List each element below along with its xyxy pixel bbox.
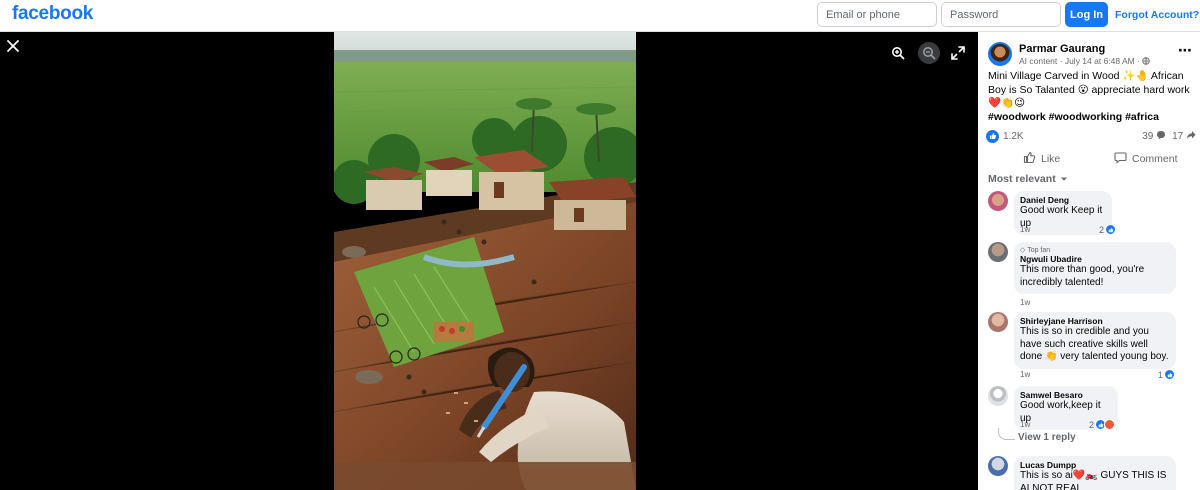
thumbs-up-icon bbox=[1023, 151, 1036, 167]
comment-text: Good work Keep it up bbox=[1020, 205, 1103, 229]
view-replies-link[interactable]: View 1 reply bbox=[998, 427, 1076, 443]
commenter-name[interactable]: Shirleyjane Harrison bbox=[1020, 316, 1169, 326]
commenter-avatar[interactable] bbox=[988, 312, 1008, 332]
comment-item: Samwel Besaro Good work,keep it up 1w 2 bbox=[988, 386, 1188, 430]
comment-item: Shirleyjane Harrison This is so in credi… bbox=[988, 312, 1188, 384]
comment-bubble: ◇ Top fan Ngwuli Ubadire This more than … bbox=[1014, 242, 1176, 294]
comment-item: ◇ Top fan Ngwuli Ubadire This more than … bbox=[988, 242, 1188, 307]
comment-button[interactable]: Comment bbox=[1114, 151, 1178, 167]
post-meta: AI content · July 14 at 6:48 AM · bbox=[1019, 56, 1151, 66]
comments-count: 39 bbox=[1142, 131, 1154, 142]
view-reply-label: View 1 reply bbox=[1018, 432, 1076, 443]
globe-icon bbox=[1142, 56, 1151, 66]
fullscreen-icon[interactable] bbox=[951, 46, 965, 60]
commenter-name[interactable]: Samwel Besaro bbox=[1020, 390, 1111, 400]
like-reaction-icon bbox=[1105, 224, 1117, 235]
post-photo[interactable] bbox=[334, 32, 636, 490]
comment-bubble: Lucas Dumpp This is so ai❤️🏍️ GUYS THIS … bbox=[1014, 456, 1176, 490]
comment-time[interactable]: 1w bbox=[1020, 298, 1030, 307]
commenter-name[interactable]: Ngwuli Ubadire bbox=[1020, 254, 1169, 264]
zoom-in-icon[interactable] bbox=[887, 42, 909, 64]
commenter-name[interactable]: Daniel Deng bbox=[1020, 195, 1105, 205]
comment-bubble: Shirleyjane Harrison This is so in credi… bbox=[1014, 312, 1176, 369]
post-caption: Mini Village Carved in Wood ✨🤚 African B… bbox=[988, 70, 1194, 124]
comment-item: Daniel Deng Good work Keep it up 1w 2 bbox=[988, 191, 1188, 235]
author-avatar[interactable] bbox=[988, 42, 1012, 66]
more-options-icon[interactable]: ⋯ bbox=[1178, 42, 1192, 59]
close-icon[interactable] bbox=[4, 38, 22, 56]
comment-time[interactable]: 1w bbox=[1020, 420, 1030, 429]
password-field[interactable] bbox=[941, 2, 1061, 27]
like-reaction-icon bbox=[986, 129, 999, 143]
post-actions: Like Comment bbox=[978, 147, 1200, 169]
like-button[interactable]: Like bbox=[1023, 151, 1060, 167]
reactions-count: 1.2K bbox=[1003, 130, 1024, 142]
comment-reaction-count: 1 bbox=[1158, 369, 1164, 380]
comment-time[interactable]: 1w bbox=[1020, 225, 1030, 234]
like-label: Like bbox=[1041, 153, 1061, 165]
comment-reactions[interactable]: 2 bbox=[1099, 224, 1117, 235]
badge-label: Top fan bbox=[1027, 247, 1051, 254]
commenter-avatar[interactable] bbox=[988, 242, 1008, 262]
facebook-logo[interactable]: facebook bbox=[12, 3, 93, 25]
comment-bubble-icon bbox=[1156, 131, 1166, 142]
shares-count: 17 bbox=[1172, 131, 1184, 142]
author-name[interactable]: Parmar Gaurang bbox=[1019, 43, 1105, 55]
comment-text: This is so ai❤️🏍️ GUYS THIS IS AI NOT RE… bbox=[1020, 470, 1167, 490]
caption-text: Mini Village Carved in Wood ✨🤚 African B… bbox=[988, 70, 1190, 109]
sort-label: Most relevant bbox=[988, 173, 1056, 185]
login-button[interactable]: Log In bbox=[1065, 2, 1108, 27]
top-bar: facebook Log In Forgot Account? bbox=[0, 0, 1200, 32]
angry-reaction-icon bbox=[1104, 419, 1116, 430]
commenter-avatar[interactable] bbox=[988, 456, 1008, 476]
reaction-summary[interactable]: 1.2K bbox=[986, 129, 1024, 143]
post-side-panel: Parmar Gaurang AI content · July 14 at 6… bbox=[978, 32, 1200, 490]
caret-down-icon bbox=[1060, 173, 1068, 185]
like-reaction-icon bbox=[1164, 369, 1176, 380]
comments-count-group[interactable]: 39 bbox=[1142, 130, 1166, 142]
email-field[interactable] bbox=[817, 2, 937, 27]
comment-reactions[interactable]: 1 bbox=[1158, 369, 1176, 380]
forgot-account-link[interactable]: Forgot Account? bbox=[1115, 9, 1199, 21]
engagement-counts: 39 17 bbox=[1142, 130, 1196, 142]
comment-reactions[interactable]: 2 bbox=[1089, 419, 1116, 430]
comment-item: Lucas Dumpp This is so ai❤️🏍️ GUYS THIS … bbox=[988, 456, 1188, 490]
comment-text: This more than good, you're incredibly t… bbox=[1020, 264, 1145, 288]
default-avatar-icon[interactable] bbox=[988, 386, 1008, 406]
shares-count-group[interactable]: 17 bbox=[1172, 130, 1196, 142]
comment-text: This is so in credible and you have such… bbox=[1020, 326, 1169, 362]
commenter-avatar[interactable] bbox=[988, 191, 1008, 211]
comment-time[interactable]: 1w bbox=[1020, 370, 1030, 379]
reply-connector-line bbox=[998, 427, 1015, 440]
zoom-out-icon[interactable] bbox=[918, 42, 940, 64]
photo-viewer bbox=[0, 32, 978, 490]
share-arrow-icon bbox=[1186, 131, 1196, 142]
comment-sort-dropdown[interactable]: Most relevant bbox=[988, 173, 1068, 185]
comment-reaction-count: 2 bbox=[1099, 224, 1105, 235]
commenter-name[interactable]: Lucas Dumpp bbox=[1020, 460, 1169, 470]
comment-label: Comment bbox=[1132, 153, 1178, 165]
hashtags[interactable]: #woodwork #woodworking #africa bbox=[988, 111, 1159, 123]
comment-reaction-count: 2 bbox=[1089, 419, 1095, 430]
comment-icon bbox=[1114, 151, 1127, 167]
post-meta-text: AI content · July 14 at 6:48 AM · bbox=[1019, 56, 1143, 66]
top-fan-badge: ◇ Top fan bbox=[1020, 246, 1169, 254]
